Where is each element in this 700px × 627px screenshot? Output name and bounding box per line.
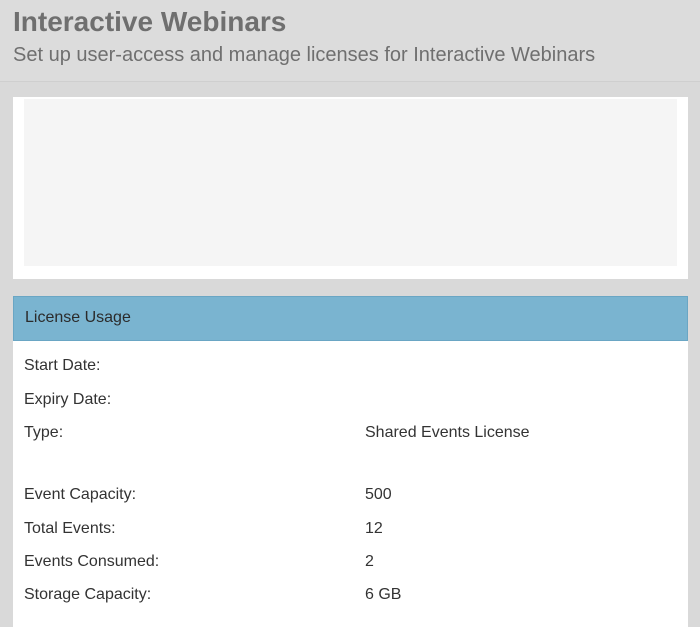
event-capacity-value: 500 <box>365 486 392 503</box>
start-date-label: Start Date: <box>24 357 101 374</box>
page-header: Interactive Webinars Set up user-access … <box>0 0 700 82</box>
events-consumed-value: 2 <box>365 553 374 570</box>
type-value: Shared Events License <box>365 424 530 441</box>
license-usage-panel: License Usage Start Date: Expiry Date: T… <box>13 296 688 627</box>
content-panel <box>13 97 688 279</box>
expiry-date-label: Expiry Date: <box>24 391 112 408</box>
storage-capacity-label: Storage Capacity: <box>24 586 152 603</box>
total-events-label: Total Events: <box>24 520 116 537</box>
event-capacity-label: Event Capacity: <box>24 486 137 503</box>
page-title: Interactive Webinars <box>13 6 287 37</box>
storage-capacity-value: 6 GB <box>365 586 402 603</box>
license-usage-title: License Usage <box>25 309 131 326</box>
events-consumed-label: Events Consumed: <box>24 553 160 570</box>
content-placeholder <box>24 99 677 266</box>
total-events-value: 12 <box>365 520 383 537</box>
type-label: Type: <box>24 424 64 441</box>
license-usage-header: License Usage <box>13 296 688 341</box>
page-subtitle: Set up user-access and manage licenses f… <box>13 44 596 66</box>
